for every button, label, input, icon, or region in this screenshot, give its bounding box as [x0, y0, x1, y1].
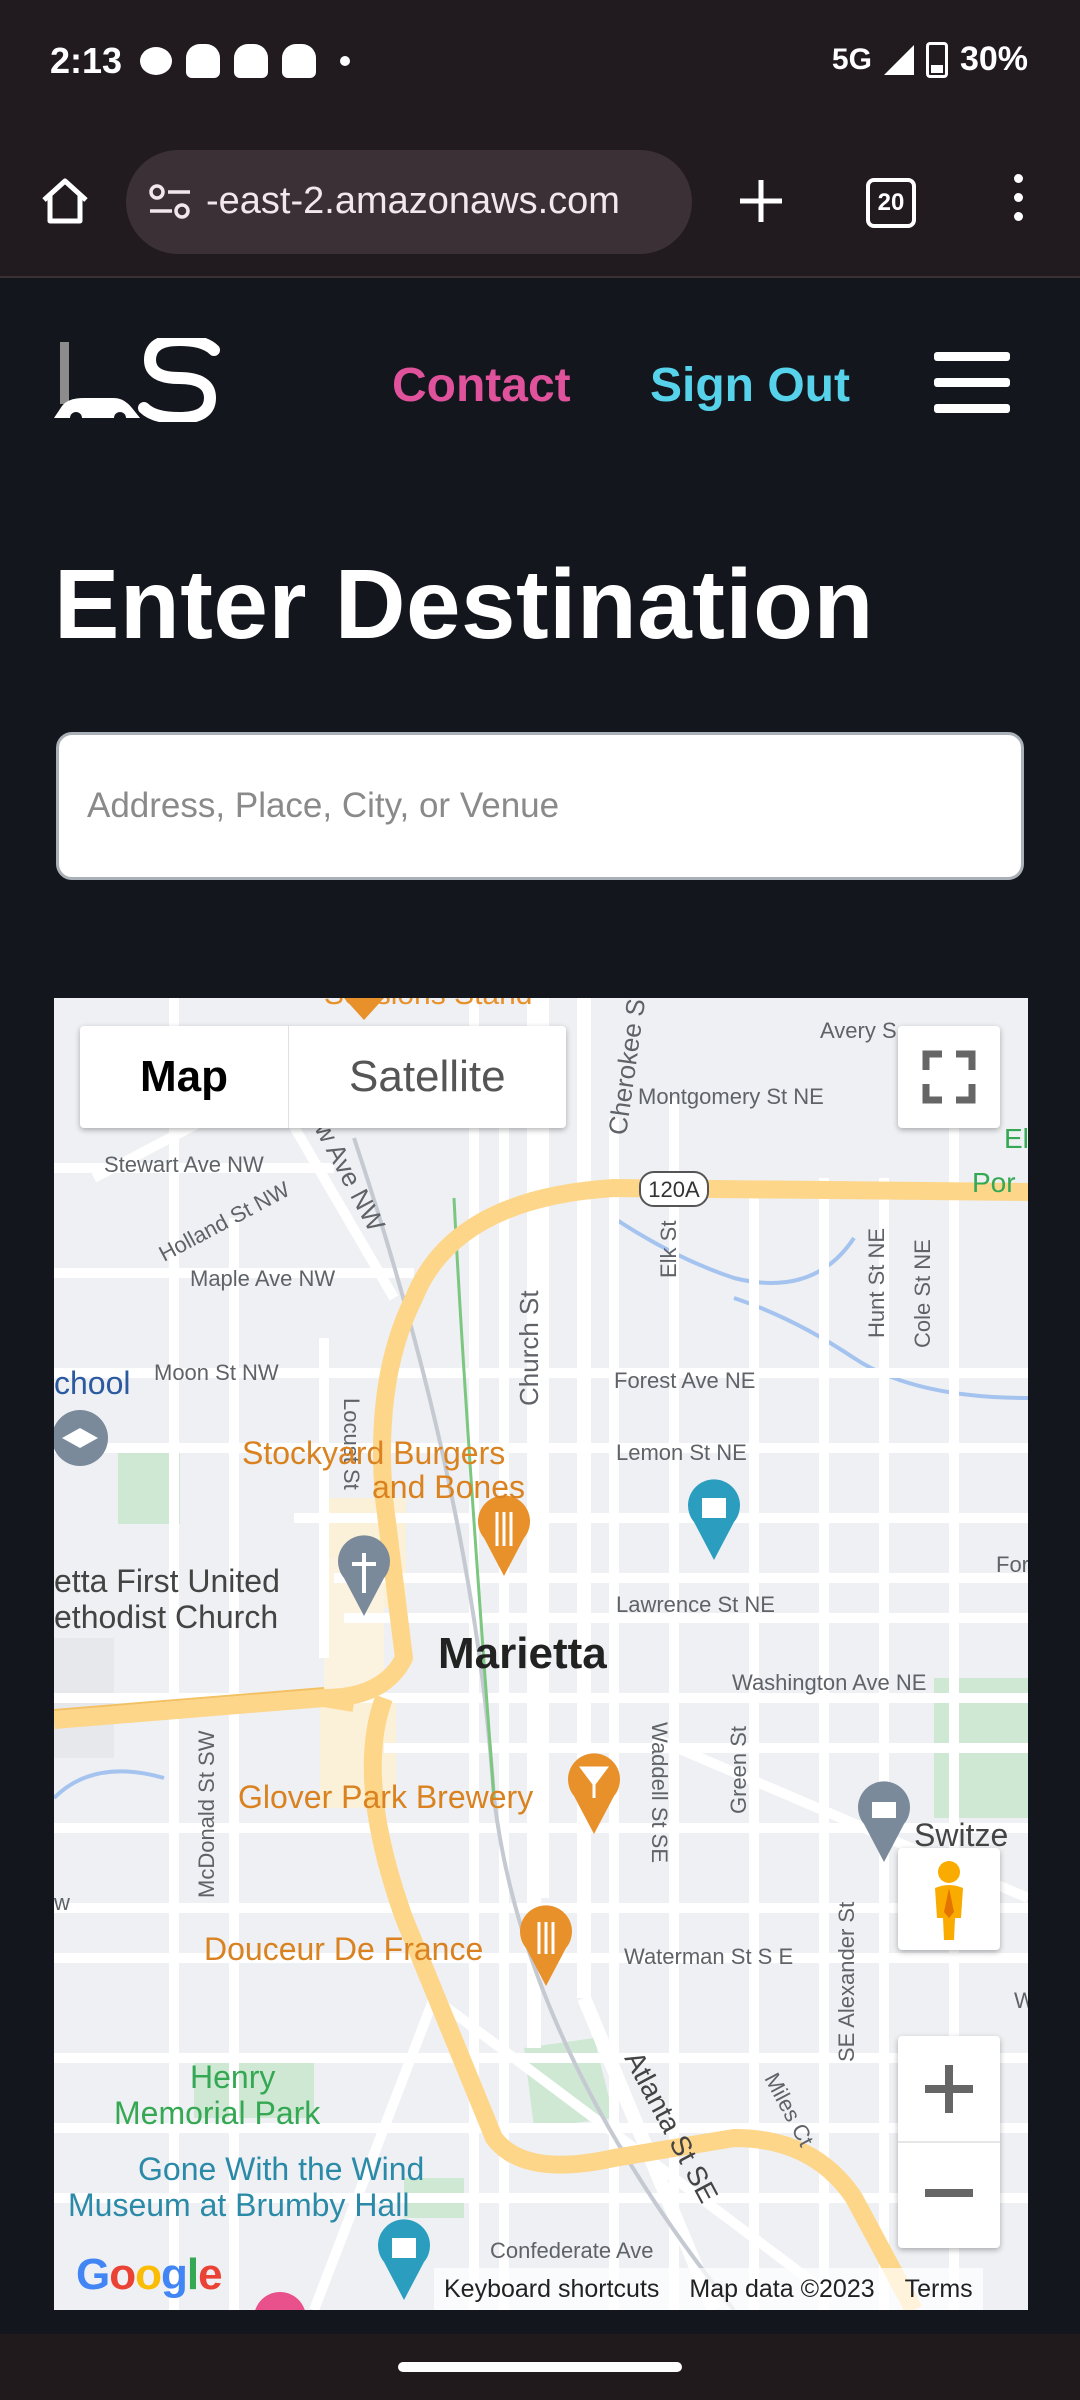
map-label: chool: [54, 1365, 131, 1401]
google-logo: Google: [76, 2250, 223, 2299]
gesture-bar: [0, 2334, 1080, 2400]
url-text: -east-2.amazonaws.com: [206, 180, 620, 222]
map-label: Washington Ave NE: [732, 1670, 926, 1695]
nav-contact-link[interactable]: Contact: [392, 358, 571, 413]
map-label: and Bones: [372, 1469, 525, 1505]
map-label: Waddell St SE: [647, 1722, 672, 1863]
notification-icons: [140, 44, 350, 78]
browser-toolbar: -east-2.amazonaws.com 20: [0, 130, 1080, 278]
page-title: Enter Destination: [54, 549, 874, 659]
snapchat-icon: [186, 44, 220, 78]
map-label: Lawrence St NE: [616, 1592, 775, 1617]
map-label: Church St: [514, 1290, 544, 1406]
map-label: Lemon St NE: [616, 1440, 747, 1465]
museum-marker[interactable]: [688, 1479, 741, 1560]
map[interactable]: 120A Avery S Montgomery St NE Stewart Av…: [54, 998, 1028, 2310]
network-type: 5G: [831, 42, 872, 76]
home-icon[interactable]: [38, 174, 92, 228]
map-label: Fort S: [996, 1552, 1028, 1577]
snapchat-icon: [234, 44, 268, 78]
school-marker[interactable]: [54, 1410, 108, 1466]
system-indicators: 5G 30%: [832, 40, 1028, 79]
map-label: Museum at Brumby Hall: [68, 2187, 409, 2223]
map-label: Cherokee St: [602, 998, 652, 1137]
new-tab-icon[interactable]: [736, 176, 786, 226]
zoom-out-button[interactable]: [898, 2141, 1000, 2248]
home-gesture-handle[interactable]: [398, 2362, 682, 2372]
gone-with-the-wind-museum-marker[interactable]: [378, 2219, 430, 2300]
site-settings-icon[interactable]: [148, 182, 192, 222]
street-view-pegman-button[interactable]: [898, 1848, 1000, 1950]
fullscreen-icon: [922, 1050, 976, 1104]
map-label: Confederate Ave: [490, 2238, 654, 2263]
map-label: Douceur De France: [204, 1931, 483, 1967]
map-attribution: Keyboard shortcuts Map data ©2023 Terms: [434, 2268, 983, 2310]
map-label: Stewart Ave NW: [104, 1152, 264, 1177]
zoom-control: [898, 2036, 1000, 2248]
route-shield-label: 120A: [648, 1177, 700, 1202]
map-type-satellite-button[interactable]: Satellite: [288, 1026, 566, 1128]
map-label: Glover Park Brewery: [238, 1779, 533, 1815]
map-label: Wat: [1014, 1988, 1028, 2013]
nav-sign-out-link[interactable]: Sign Out: [650, 358, 850, 413]
map-label: etta First United: [54, 1563, 280, 1599]
fullscreen-button[interactable]: [898, 1026, 1000, 1128]
status-time: 2:13: [50, 40, 123, 81]
map-type-control: Map Satellite: [80, 1026, 566, 1128]
status-bar: 2:13 5G 30%: [0, 0, 1080, 130]
map-label: Stockyard Burgers: [242, 1435, 505, 1471]
snapchat-icon: [282, 44, 316, 78]
map-label: McDonald St SW: [194, 1730, 219, 1898]
zoom-in-button[interactable]: [898, 2036, 1000, 2141]
map-label: Avery S: [820, 1018, 897, 1043]
map-label: Marietta: [438, 1629, 607, 1678]
pegman-icon: [935, 1861, 963, 1940]
map-label: Green St: [726, 1726, 751, 1814]
menu-icon[interactable]: [934, 352, 1010, 414]
map-label: Gone With the Wind: [138, 2151, 424, 2187]
chat-bubble-icon: [140, 47, 172, 75]
overflow-menu-icon[interactable]: [1008, 174, 1028, 230]
tab-switcher-button[interactable]: 20: [866, 178, 916, 228]
map-label: w: [54, 1890, 70, 1915]
map-label: Moon St NW: [154, 1360, 279, 1385]
map-label: ethodist Church: [54, 1599, 278, 1635]
terms-link[interactable]: Terms: [905, 2268, 973, 2310]
map-label: Cole St NE: [910, 1239, 935, 1348]
map-label: Henry: [190, 2059, 275, 2095]
map-data-text: Map data ©2023: [689, 2275, 875, 2303]
map-type-map-button[interactable]: Map: [80, 1026, 288, 1128]
url-bar[interactable]: -east-2.amazonaws.com: [126, 150, 692, 254]
keyboard-shortcuts-link[interactable]: Keyboard shortcuts: [444, 2268, 659, 2310]
map-label: Memorial Park: [114, 2095, 321, 2131]
map-label: Montgomery St NE: [638, 1084, 824, 1109]
site-logo[interactable]: [54, 338, 224, 422]
map-canvas[interactable]: 120A Avery S Montgomery St NE Stewart Av…: [54, 998, 1028, 2310]
battery-percent: 30%: [959, 40, 1028, 78]
map-label: Maple Ave NW: [190, 1266, 335, 1291]
stockyard-burgers-marker[interactable]: [478, 1495, 531, 1576]
dot-icon: [340, 56, 350, 66]
destination-search-input[interactable]: [56, 732, 1024, 880]
battery-icon: [925, 41, 948, 78]
map-label: SE Alexander St: [834, 1902, 859, 2062]
signal-icon: [883, 44, 914, 75]
map-label: Por: [972, 1167, 1016, 1198]
map-label: El: [1004, 1123, 1028, 1154]
map-label: Hunt St NE: [864, 1228, 889, 1338]
map-label: Sessions Stand: [324, 998, 532, 1011]
map-label: Waterman St S E: [624, 1944, 793, 1969]
map-label: Forest Ave NE: [614, 1368, 755, 1393]
map-label: Elk St: [656, 1221, 681, 1278]
